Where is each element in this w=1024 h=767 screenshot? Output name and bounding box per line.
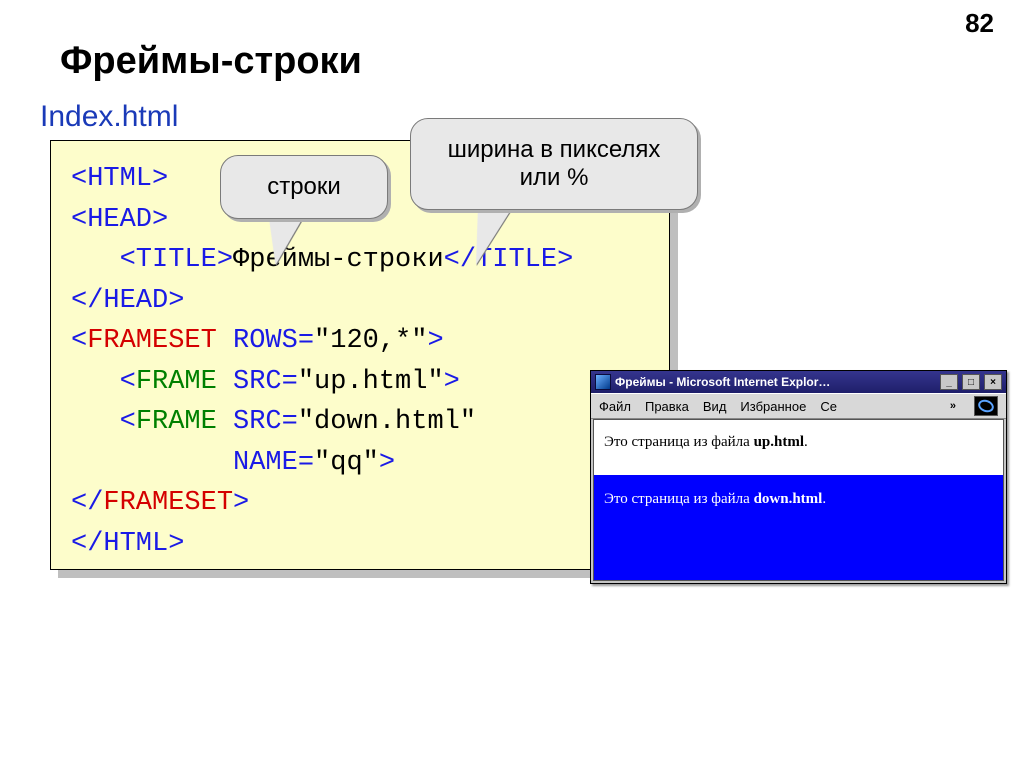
code: =: [282, 407, 298, 437]
code: FRAMESET: [87, 326, 217, 356]
maximize-button[interactable]: □: [962, 374, 980, 390]
code: [217, 367, 233, 397]
browser-content: Это страница из файла up.html. Это стран…: [593, 419, 1004, 581]
browser-titlebar: Фреймы - Microsoft Internet Explor… _ □ …: [591, 371, 1006, 393]
code: <HTML>: [71, 164, 168, 194]
callout-rows: строки: [220, 155, 388, 219]
menu-file[interactable]: Файл: [599, 399, 631, 414]
browser-menubar: Файл Правка Вид Избранное Се »: [591, 393, 1006, 419]
menu-more[interactable]: Се: [820, 399, 837, 414]
code: <TITLE>: [71, 245, 233, 275]
browser-window: Фреймы - Microsoft Internet Explor… _ □ …: [590, 370, 1007, 584]
code: [217, 407, 233, 437]
frame-up-text: Это страница из файла: [604, 434, 754, 450]
code: FRAME: [136, 407, 217, 437]
code: [217, 326, 233, 356]
code: >: [444, 367, 460, 397]
frame-up-file: up.html: [754, 434, 804, 450]
callout-width: ширина в пикселях или %: [410, 118, 698, 210]
browser-title: Фреймы - Microsoft Internet Explor…: [615, 375, 830, 389]
code: <: [71, 367, 136, 397]
code: "up.html": [298, 367, 444, 397]
code: SRC: [233, 407, 282, 437]
slide-title: Фреймы-строки: [60, 40, 362, 83]
code: <HEAD>: [71, 205, 168, 235]
frame-up-dot: .: [804, 434, 808, 450]
frame-down-text: Это страница из файла: [604, 491, 754, 507]
callout-tail: [261, 215, 304, 265]
page-number: 82: [965, 8, 994, 39]
code: NAME: [233, 448, 298, 478]
filename-label: Index.html: [40, 100, 178, 134]
code: "qq": [314, 448, 379, 478]
frame-down: Это страница из файла down.html.: [594, 475, 1003, 580]
code: </HTML>: [71, 529, 184, 559]
code: "down.html": [298, 407, 476, 437]
code: >: [379, 448, 395, 478]
code: =: [298, 448, 314, 478]
frame-down-file: down.html: [754, 491, 823, 507]
code: </: [71, 488, 103, 518]
menu-favorites[interactable]: Избранное: [740, 399, 806, 414]
frame-down-dot: .: [822, 491, 826, 507]
menu-view[interactable]: Вид: [703, 399, 727, 414]
code: "120,*": [314, 326, 427, 356]
code: </HEAD>: [71, 286, 184, 316]
close-button[interactable]: ×: [984, 374, 1002, 390]
code: <: [71, 407, 136, 437]
code: ROWS: [233, 326, 298, 356]
minimize-button[interactable]: _: [940, 374, 958, 390]
code: <: [71, 326, 87, 356]
code: FRAME: [136, 367, 217, 397]
code: =: [282, 367, 298, 397]
ie-logo-icon: [974, 396, 998, 416]
code: =: [298, 326, 314, 356]
code: >: [427, 326, 443, 356]
code: FRAMESET: [103, 488, 233, 518]
menu-overflow-icon[interactable]: »: [950, 400, 956, 412]
code: SRC: [233, 367, 282, 397]
ie-icon: [595, 374, 611, 390]
code: >: [233, 488, 249, 518]
menu-edit[interactable]: Правка: [645, 399, 689, 414]
code: [71, 448, 233, 478]
